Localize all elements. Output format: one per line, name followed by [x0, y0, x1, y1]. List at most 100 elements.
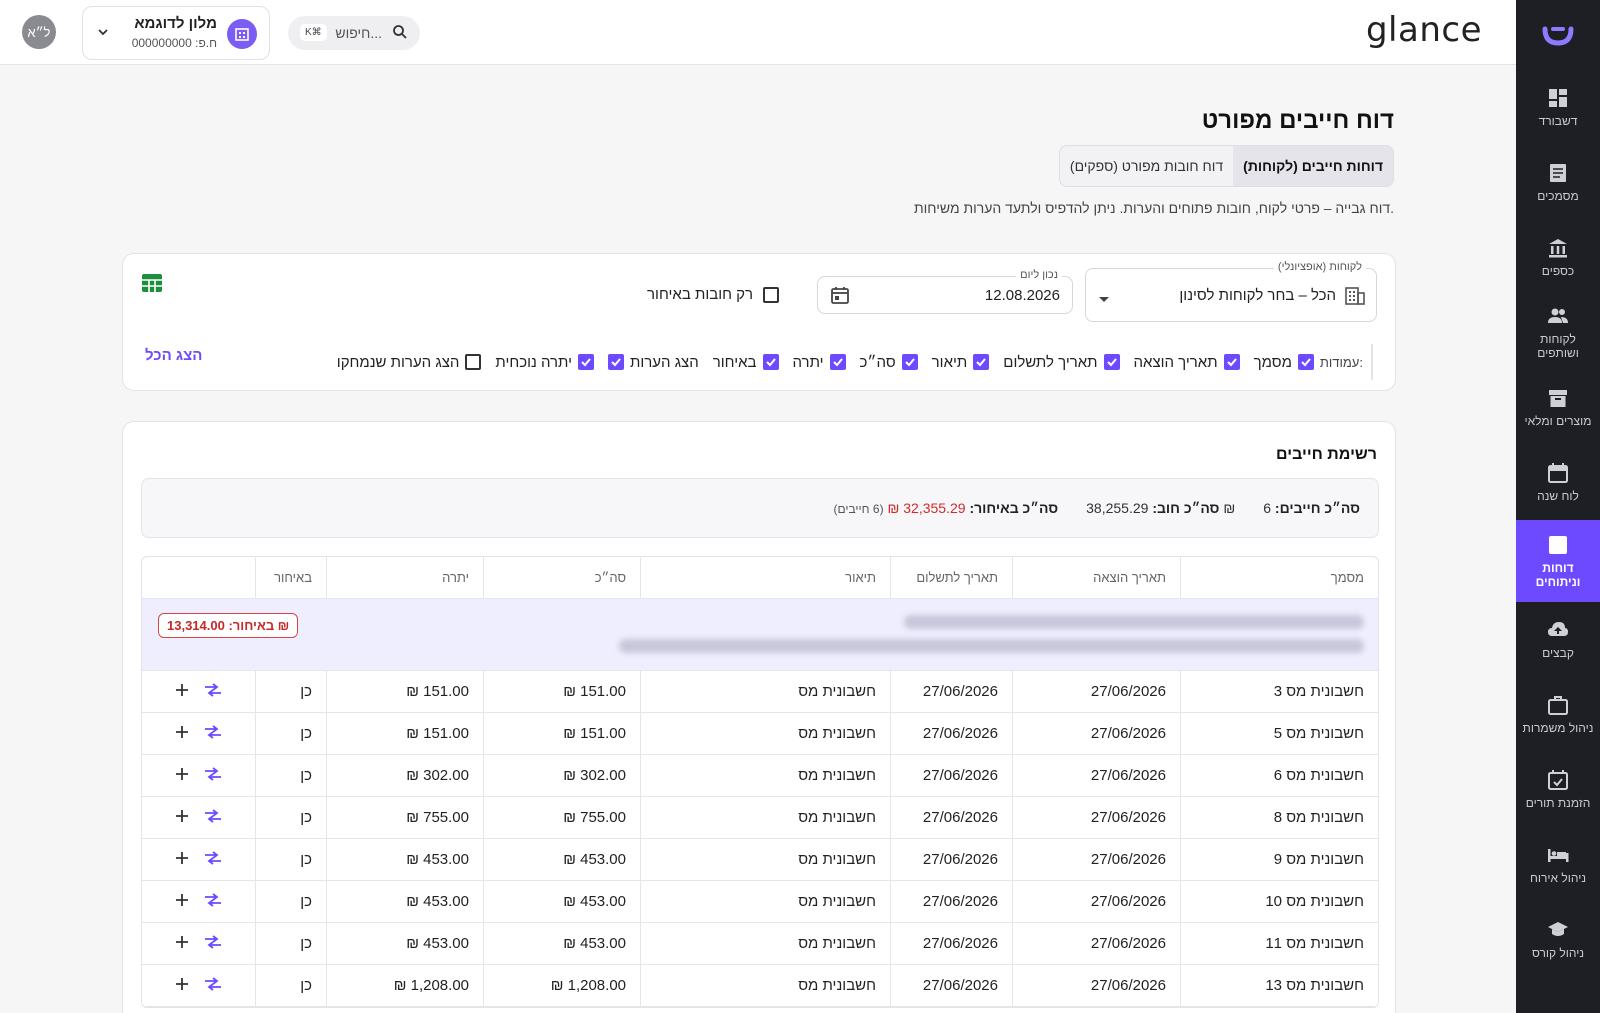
checkbox[interactable]	[1223, 354, 1240, 370]
column-toggle-2[interactable]: תאריך לתשלום	[1003, 354, 1120, 371]
row-actions	[142, 965, 255, 1006]
column-toggle-8[interactable]: יתרה נוכחית	[495, 354, 595, 371]
sidebar-item-11[interactable]: ניהול קורס	[1516, 902, 1600, 977]
bank-icon	[1547, 237, 1569, 259]
column-toggle-label: הצג הערות שנמחקו	[336, 353, 460, 371]
column-toggle-4[interactable]: סה״כ	[860, 354, 918, 371]
checkbox[interactable]	[1297, 354, 1314, 370]
tab-customers-debtors[interactable]: דוחות חייבים (לקוחות)	[1233, 146, 1393, 186]
add-note-icon[interactable]	[175, 893, 189, 911]
sidebar-item-5[interactable]: לוח שנה	[1516, 445, 1600, 520]
show-all-link[interactable]: הצג הכל	[145, 347, 202, 364]
transfer-icon[interactable]	[203, 934, 223, 953]
add-note-icon[interactable]	[175, 683, 189, 701]
add-note-icon[interactable]	[175, 851, 189, 869]
table-row[interactable]: חשבונית מס 13 27/06/2026 27/06/2026 חשבונית…	[142, 965, 1378, 1007]
add-note-icon[interactable]	[175, 767, 189, 785]
checkbox[interactable]	[608, 354, 625, 370]
sidebar-item-4[interactable]: מוצרים ומלאי	[1516, 370, 1600, 445]
cell-doc[interactable]: חשבונית מס 11	[1180, 923, 1378, 964]
sidebar-item-label: דשבורד	[1538, 114, 1578, 128]
calendar-icon[interactable]	[830, 285, 850, 310]
total-debt: סה״כ חוב: 38,255.29 ₪	[1086, 500, 1236, 516]
cell-due: 27/06/2026	[890, 881, 1012, 922]
cell-doc[interactable]: חשבונית מס 8	[1180, 797, 1378, 838]
checkbox[interactable]	[578, 354, 595, 370]
table-row[interactable]: חשבונית מס 10 27/06/2026 27/06/2026 חשבונית…	[142, 881, 1378, 923]
checkbox[interactable]	[1103, 354, 1120, 370]
cell-late: כן	[255, 923, 326, 964]
sidebar-item-2[interactable]: כספים	[1516, 220, 1600, 295]
avatar[interactable]: ל״א	[22, 15, 56, 49]
people-icon	[1547, 305, 1569, 327]
column-header: תיאור	[640, 557, 890, 598]
checkbox[interactable]	[763, 286, 779, 303]
customer-group-row[interactable]: באיחור: 13,314.00 ₪	[142, 599, 1378, 671]
main-content: דוח חייבים מפורט דוחות חייבים (לקוחות) ד…	[0, 65, 1516, 1013]
table-row[interactable]: חשבונית מס 3 27/06/2026 27/06/2026 חשבונית …	[142, 671, 1378, 713]
total-late: סה״כ באיחור: 32,355.29 ₪ (6 חייבים)	[833, 500, 1059, 516]
transfer-icon[interactable]	[203, 808, 223, 827]
cell-doc[interactable]: חשבונית מס 9	[1180, 839, 1378, 880]
transfer-icon[interactable]	[203, 682, 223, 701]
sidebar-item-8[interactable]: ניהול משמרות	[1516, 677, 1600, 752]
transfer-icon[interactable]	[203, 976, 223, 995]
sidebar-item-10[interactable]: ניהול אירוח	[1516, 827, 1600, 902]
sidebar-item-9[interactable]: הזמנת תורים	[1516, 752, 1600, 827]
checkbox[interactable]	[829, 354, 846, 370]
sidebar-item-7[interactable]: קבצים	[1516, 602, 1600, 677]
table-row[interactable]: חשבונית מס 8 27/06/2026 27/06/2026 חשבונית …	[142, 797, 1378, 839]
row-actions	[142, 797, 255, 838]
sidebar-item-3[interactable]: לקוחות ושותפים	[1516, 295, 1600, 370]
date-field[interactable]: נכון ליום 12.08.2026	[817, 269, 1073, 314]
search-shortcut: K⌘	[300, 24, 327, 41]
column-toggle-7[interactable]: הצג הערות	[608, 354, 699, 371]
excel-export-icon[interactable]	[141, 272, 163, 299]
column-toggle-3[interactable]: תיאור	[932, 354, 990, 371]
sidebar-item-label: מוצרים ומלאי	[1524, 414, 1592, 428]
transfer-icon[interactable]	[203, 850, 223, 869]
sidebar-item-1[interactable]: מסמכים	[1516, 145, 1600, 220]
add-note-icon[interactable]	[175, 809, 189, 827]
transfer-icon[interactable]	[203, 766, 223, 785]
checkbox[interactable]	[901, 354, 918, 370]
column-header: תאריך הוצאה	[1012, 557, 1180, 598]
column-toggle-1[interactable]: תאריך הוצאה	[1134, 354, 1240, 371]
column-toggle-0[interactable]: מסמך	[1254, 354, 1314, 371]
sidebar-item-6[interactable]: דוחות וניתוחים	[1516, 520, 1600, 602]
filters-card: לקוחות (אופציונלי) הכל – בחר לקוחות לסינ…	[122, 253, 1396, 391]
column-toggle-6[interactable]: באיחור	[713, 354, 779, 371]
sidebar-item-0[interactable]: דשבורד	[1516, 70, 1600, 145]
table-row[interactable]: חשבונית מס 9 27/06/2026 27/06/2026 חשבונית …	[142, 839, 1378, 881]
column-toggle-9[interactable]: הצג הערות שנמחקו	[337, 354, 482, 371]
cloud-upload-icon	[1547, 619, 1569, 641]
cell-balance: 151.00 ₪	[326, 671, 483, 712]
add-note-icon[interactable]	[175, 977, 189, 995]
transfer-icon[interactable]	[203, 892, 223, 911]
add-note-icon[interactable]	[175, 935, 189, 953]
checkbox[interactable]	[465, 354, 482, 370]
table-row[interactable]: חשבונית מס 6 27/06/2026 27/06/2026 חשבונית …	[142, 755, 1378, 797]
cell-doc[interactable]: חשבונית מס 10	[1180, 881, 1378, 922]
cell-balance: 755.00 ₪	[326, 797, 483, 838]
app-logo[interactable]	[1516, 0, 1600, 70]
checkbox[interactable]	[973, 354, 990, 370]
customers-select[interactable]: לקוחות (אופציונלי) הכל – בחר לקוחות לסינ…	[1085, 261, 1377, 322]
column-toggle-label: הצג הערות	[630, 353, 699, 371]
cell-doc[interactable]: חשבונית מס 3	[1180, 671, 1378, 712]
add-note-icon[interactable]	[175, 725, 189, 743]
tab-suppliers-debts[interactable]: דוח חובות מפורט (ספקים)	[1060, 146, 1233, 186]
checkbox[interactable]	[762, 354, 779, 370]
brand-logo[interactable]: glance	[1366, 10, 1482, 50]
cell-doc[interactable]: חשבונית מס 6	[1180, 755, 1378, 796]
table-row[interactable]: חשבונית מס 11 27/06/2026 27/06/2026 חשבונית…	[142, 923, 1378, 965]
cell-doc[interactable]: חשבונית מס 5	[1180, 713, 1378, 754]
table-row[interactable]: חשבונית מס 5 27/06/2026 27/06/2026 חשבונית …	[142, 713, 1378, 755]
cell-doc[interactable]: חשבונית מס 13	[1180, 965, 1378, 1006]
column-toggle-label: תיאור	[931, 353, 968, 371]
business-switcher[interactable]: מלון לדוגמא ח.פ: 000000000	[82, 6, 270, 60]
column-toggle-5[interactable]: יתרה	[793, 354, 846, 371]
only-late-toggle[interactable]: רק חובות באיחור	[647, 286, 779, 303]
transfer-icon[interactable]	[203, 724, 223, 743]
search-input[interactable]: חיפוש... K⌘	[288, 16, 420, 50]
